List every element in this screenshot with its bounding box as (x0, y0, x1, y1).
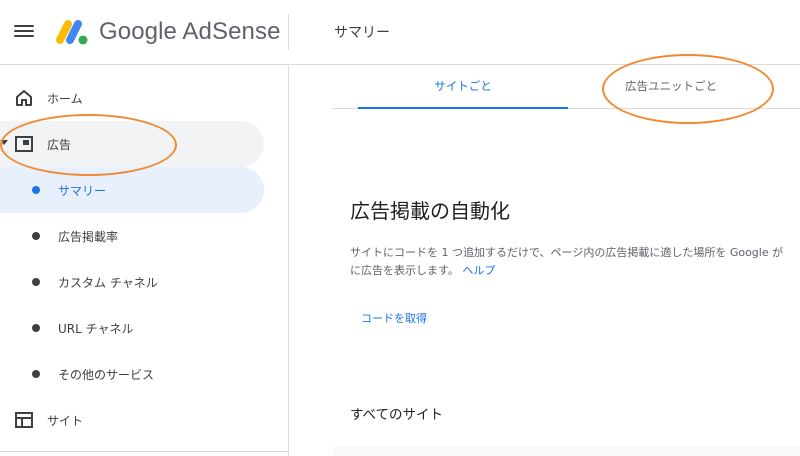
bullet-icon (32, 370, 40, 378)
sidebar-item-label: カスタム チャネル (58, 275, 158, 290)
sidebar-item-other-services[interactable]: その他のサービス (0, 351, 264, 397)
bullet-icon (32, 278, 40, 286)
sidebar-item-home[interactable]: ホーム (0, 75, 264, 121)
description: サイトにコードを 1 つ追加するだけで、ページ内の広告掲載に適した場所を Goo… (350, 244, 800, 280)
menu-icon[interactable] (14, 22, 34, 40)
page-title: サマリー (334, 25, 390, 41)
sidebar-item-label: URL チャネル (58, 321, 134, 336)
sidebar-item-ads[interactable]: 広告 (0, 121, 264, 167)
sidebar-item-label: 広告 (47, 137, 72, 152)
sidebar-item-url-channels[interactable]: URL チャネル (0, 305, 264, 351)
sidebar-item-coverage[interactable]: 広告掲載率 (0, 213, 264, 259)
description-line: サイトにコードを 1 つ追加するだけで、ページ内の広告掲載に適した場所を Goo… (350, 246, 784, 259)
adsense-logo-icon (56, 20, 88, 45)
sidebar-item-sites[interactable]: サイト (0, 397, 264, 443)
tab-by-site[interactable]: サイトごと (358, 65, 568, 109)
expand-caret-icon[interactable] (0, 140, 8, 145)
site-icon (15, 412, 33, 428)
section-title: 広告掲載の自動化 (350, 199, 510, 223)
sidebar-item-custom-channels[interactable]: カスタム チャネル (0, 259, 264, 305)
tab-by-ad-unit[interactable]: 広告ユニットごと (566, 65, 776, 108)
bullet-icon (32, 324, 40, 332)
sidebar-item-label: サマリー (58, 183, 107, 198)
brand-name: Google AdSense (99, 18, 281, 45)
home-icon (16, 90, 32, 106)
sites-table-header (333, 446, 800, 456)
help-link[interactable]: ヘルプ (462, 264, 495, 277)
sidebar-item-label: サイト (47, 413, 84, 428)
sidebar-item-label: 広告掲載率 (58, 229, 119, 244)
tab-bar: サイトごと 広告ユニットごと (333, 65, 800, 109)
ad-unit-icon (15, 136, 33, 152)
sidebar-item-label: その他のサービス (58, 367, 155, 382)
bullet-icon (32, 186, 40, 194)
top-app-bar: Google AdSense サマリー (0, 0, 800, 65)
header-divider (288, 14, 289, 50)
all-sites-title: すべてのサイト (350, 407, 444, 423)
description-line: に広告を表示します。 ヘルプ (350, 262, 800, 280)
description-text: に広告を表示します。 (350, 264, 459, 277)
bullet-icon (32, 232, 40, 240)
sidebar: ホーム 広告 サマリー 広告掲載率 カスタム チャネル URL チャネル その他… (0, 65, 289, 456)
sidebar-item-label: ホーム (47, 91, 83, 106)
sidebar-item-summary[interactable]: サマリー (0, 167, 264, 213)
sidebar-divider (0, 451, 288, 452)
get-code-button[interactable]: コードを取得 (361, 310, 427, 326)
